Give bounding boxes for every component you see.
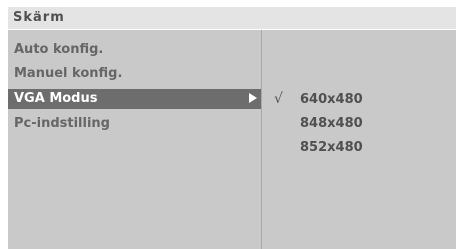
option-852x480[interactable]: 852x480 — [262, 137, 456, 157]
menu-item-vga-modus[interactable]: VGA Modus — [8, 89, 261, 109]
triangle-right-icon — [249, 93, 257, 103]
menu-item-label: VGA Modus — [14, 91, 98, 106]
check-mark-icon: √ — [274, 91, 283, 107]
option-640x480[interactable]: √ 640x480 — [262, 89, 456, 109]
option-848x480[interactable]: 848x480 — [262, 113, 456, 133]
option-label: 852x480 — [300, 140, 363, 155]
menu-item-label: Pc-indstilling — [14, 116, 110, 131]
menu-item-manuel-konfig[interactable]: Manuel konfig. — [8, 64, 261, 84]
option-label: 640x480 — [300, 92, 363, 107]
menu-item-pc-indstilling[interactable]: Pc-indstilling — [8, 114, 261, 134]
osd-panel: Skärm Auto konfig. Manuel konfig. VGA Mo… — [8, 7, 456, 249]
menu-item-auto-konfig[interactable]: Auto konfig. — [8, 40, 261, 60]
menu-item-label: Manuel konfig. — [14, 66, 123, 81]
option-label: 848x480 — [300, 116, 363, 131]
title-bar: Skärm — [8, 7, 456, 30]
menu-title: Skärm — [13, 10, 65, 25]
menu-item-label: Auto konfig. — [14, 42, 104, 57]
